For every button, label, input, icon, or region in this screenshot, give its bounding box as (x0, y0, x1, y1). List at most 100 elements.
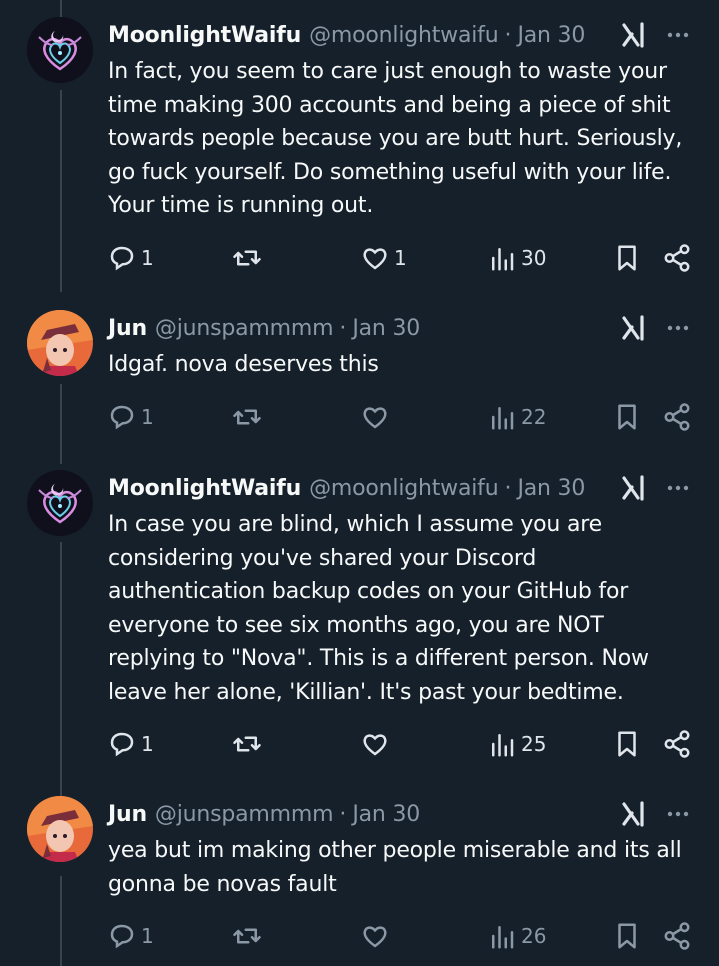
display-name[interactable]: MoonlightWaifu (108, 23, 301, 48)
bookmark-icon (618, 245, 636, 271)
share-icon (664, 403, 690, 431)
more-icon[interactable] (664, 21, 692, 49)
views-button[interactable]: 26 (487, 918, 546, 954)
bookmark-icon (618, 404, 636, 430)
retweet-icon (233, 736, 261, 752)
reply-count: 1 (141, 246, 154, 270)
views-icon (492, 926, 514, 949)
tweet-date[interactable]: Jan 30 (517, 476, 585, 501)
grok-icon[interactable] (620, 474, 648, 502)
tweet-date[interactable]: Jan 30 (517, 23, 585, 48)
reply-icon (110, 246, 134, 271)
more-icon[interactable] (664, 800, 692, 828)
view-count: 25 (521, 732, 547, 756)
user-handle[interactable]: @junspammmm (155, 802, 334, 827)
moon-heart-avatar-icon (27, 470, 93, 536)
grok-icon[interactable] (620, 314, 648, 342)
tweet-text: Idgaf. nova deserves this (108, 352, 379, 377)
avatar[interactable] (27, 796, 93, 862)
display-name[interactable]: MoonlightWaifu (108, 476, 301, 501)
reply-button[interactable]: 1 (107, 918, 154, 954)
separator: · (339, 801, 347, 827)
tweet-text: In case you are blind, which I assume yo… (108, 512, 649, 705)
share-button[interactable] (662, 726, 692, 762)
share-button[interactable] (662, 918, 692, 954)
avatar[interactable] (27, 310, 93, 376)
like-button[interactable] (360, 918, 394, 954)
view-count: 26 (521, 924, 547, 948)
views-button[interactable]: 22 (487, 399, 546, 435)
bookmark-icon (618, 923, 636, 949)
bookmark-button[interactable] (612, 726, 642, 762)
like-button[interactable]: 1 (360, 240, 407, 276)
like-button[interactable] (360, 726, 394, 762)
view-count: 22 (521, 405, 547, 429)
share-button[interactable] (662, 240, 692, 276)
display-name[interactable]: Jun (108, 316, 147, 341)
separator: · (504, 22, 512, 48)
tweet-actions: 1 1 30 (0, 240, 719, 276)
retweet-icon (233, 409, 261, 425)
user-handle[interactable]: @moonlightwaifu (309, 476, 499, 501)
more-icon[interactable] (664, 474, 692, 502)
view-count: 30 (521, 246, 547, 270)
user-handle[interactable]: @junspammmm (155, 316, 334, 341)
retweet-icon (233, 250, 261, 266)
reply-icon (110, 732, 134, 757)
grok-icon[interactable] (620, 21, 648, 49)
like-button[interactable] (360, 399, 394, 435)
moon-heart-avatar-icon (27, 17, 93, 83)
bookmark-button[interactable] (612, 240, 642, 276)
bookmark-icon (618, 731, 636, 757)
tweet-date[interactable]: Jan 30 (352, 802, 420, 827)
display-name[interactable]: Jun (108, 802, 147, 827)
retweet-button[interactable] (232, 399, 266, 435)
share-icon (664, 244, 690, 272)
tweet-actions: 1 22 (0, 399, 719, 435)
reply-icon (110, 405, 134, 430)
heart-icon (363, 407, 387, 429)
reply-count: 1 (141, 924, 154, 948)
character-avatar-icon (27, 796, 93, 862)
reply-icon (110, 924, 134, 949)
heart-icon (363, 248, 387, 270)
more-icon[interactable] (664, 314, 692, 342)
reply-button[interactable]: 1 (107, 240, 154, 276)
like-count: 1 (394, 246, 407, 270)
tweet-text: In fact, you seem to care just enough to… (108, 59, 683, 218)
bookmark-button[interactable] (612, 399, 642, 435)
share-icon (664, 730, 690, 758)
character-avatar-icon (27, 310, 93, 376)
separator: · (504, 475, 512, 501)
views-icon (492, 248, 514, 271)
user-handle[interactable]: @moonlightwaifu (309, 23, 499, 48)
avatar[interactable] (27, 17, 93, 83)
tweet-actions: 1 25 (0, 726, 719, 762)
reply-button[interactable]: 1 (107, 726, 154, 762)
heart-icon (363, 926, 387, 948)
retweet-icon (233, 928, 261, 944)
separator: · (339, 315, 347, 341)
share-button[interactable] (662, 399, 692, 435)
reply-button[interactable]: 1 (107, 399, 154, 435)
grok-icon[interactable] (620, 800, 648, 828)
views-button[interactable]: 25 (487, 726, 546, 762)
reply-count: 1 (141, 732, 154, 756)
share-icon (664, 922, 690, 950)
bookmark-button[interactable] (612, 918, 642, 954)
tweet-text: yea but im making other people miserable… (108, 838, 682, 897)
reply-count: 1 (141, 405, 154, 429)
tweet-header: Jun @junspammmm · Jan 30 (108, 796, 420, 832)
avatar[interactable] (27, 470, 93, 536)
retweet-button[interactable] (232, 726, 266, 762)
views-icon (492, 407, 514, 430)
tweet-date[interactable]: Jan 30 (352, 316, 420, 341)
tweet-header: MoonlightWaifu @moonlightwaifu · Jan 30 (108, 470, 585, 506)
tweet-header: Jun @junspammmm · Jan 30 (108, 310, 420, 346)
views-button[interactable]: 30 (487, 240, 546, 276)
tweet-actions: 1 26 (0, 918, 719, 954)
tweet-header: MoonlightWaifu @moonlightwaifu · Jan 30 (108, 17, 585, 53)
retweet-button[interactable] (232, 918, 266, 954)
retweet-button[interactable] (232, 240, 266, 276)
heart-icon (363, 734, 387, 756)
